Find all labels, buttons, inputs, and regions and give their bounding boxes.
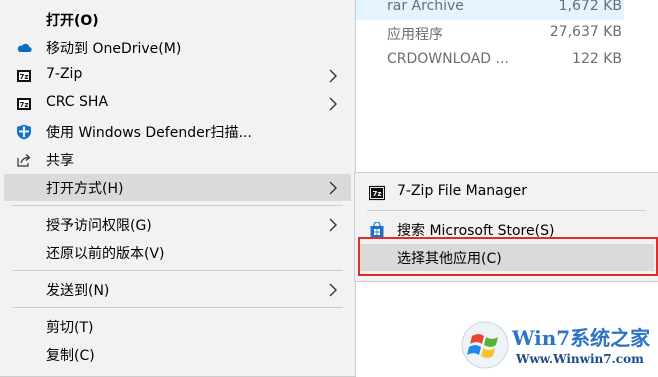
menu-item-onedrive[interactable]: 移动到 OneDrive(M) [4,34,351,61]
highlight-annotation [358,237,658,276]
menu-item-defender[interactable]: 使用 Windows Defender扫描... [4,118,351,145]
menu-item-label: 打开方式(H) [46,181,124,197]
chevron-right-icon [327,283,339,297]
menu-item-label: 授予访问权限(G) [46,218,152,234]
svg-text:7z: 7z [20,73,29,81]
svg-text:7z: 7z [20,101,29,109]
menu-item-send-to[interactable]: 发送到(N) [4,276,351,303]
menu-separator [367,210,646,211]
watermark-url: Www.Winwin7.com [516,352,644,366]
7zip-icon: 7z [368,185,386,201]
file-size: 1,672 KB [558,0,622,14]
menu-item-crc-sha[interactable]: 7z CRC SHA [4,90,351,117]
windows-logo-icon [460,320,510,374]
menu-item-restore-versions[interactable]: 还原以前的版本(V) [4,239,351,266]
menu-item-7zip[interactable]: 7z 7-Zip [4,62,351,89]
file-list: rar Archive 1,672 KB 应用程序 27,637 KB CRDO… [356,0,658,80]
file-size: 27,637 KB [549,24,622,40]
submenu-item-7zip-file-manager[interactable]: 7z 7-Zip File Manager [359,179,654,206]
menu-item-label: 发送到(N) [46,283,110,299]
store-icon [369,221,385,238]
menu-item-copy[interactable]: 复制(C) [4,341,351,368]
shield-icon [16,124,32,140]
menu-item-label: 复制(C) [46,348,95,364]
menu-item-label: 剪切(T) [46,320,94,336]
file-row[interactable]: rar Archive 1,672 KB [356,0,624,20]
file-type: CRDOWNLOAD ... [387,51,509,67]
file-row[interactable]: CRDOWNLOAD ... 122 KB [356,47,624,73]
watermark-brand: Win7系统之家 [512,326,651,350]
svg-text:7z: 7z [373,190,382,198]
file-row[interactable]: 应用程序 27,637 KB [356,20,624,46]
menu-item-label: 还原以前的版本(V) [46,246,165,262]
file-size: 122 KB [572,51,622,67]
chevron-right-icon [327,218,339,232]
menu-item-open-with[interactable]: 打开方式(H) [4,174,351,201]
menu-separator [12,307,343,308]
file-type: 应用程序 [387,27,443,43]
menu-item-label: 7-Zip [46,66,83,82]
menu-item-grant-access[interactable]: 授予访问权限(G) [4,211,351,238]
context-menu: 打开(O) 移动到 OneDrive(M) 7z 7-Zip 7z CRC SH… [0,0,356,377]
chevron-right-icon [327,181,339,195]
menu-item-label: CRC SHA [46,94,109,110]
menu-item-open[interactable]: 打开(O) [4,6,351,33]
menu-item-label: 使用 Windows Defender扫描... [46,125,252,141]
onedrive-icon [16,40,32,56]
menu-item-cut[interactable]: 剪切(T) [4,313,351,340]
file-type: rar Archive [387,0,464,14]
menu-item-share[interactable]: 共享 [4,146,351,173]
menu-item-label: 共享 [46,153,74,169]
7zip-icon: 7z [16,68,32,84]
menu-separator [12,270,343,271]
menu-separator [12,205,343,206]
chevron-right-icon [327,97,339,111]
share-icon [16,152,32,168]
menu-item-label: 移动到 OneDrive(M) [46,41,182,57]
watermark: Win7系统之家 Www.Winwin7.com [458,318,658,375]
chevron-right-icon [327,69,339,83]
menu-item-label: 7-Zip File Manager [397,183,528,199]
7zip-icon: 7z [16,96,32,112]
menu-item-label: 打开(O) [46,13,99,29]
